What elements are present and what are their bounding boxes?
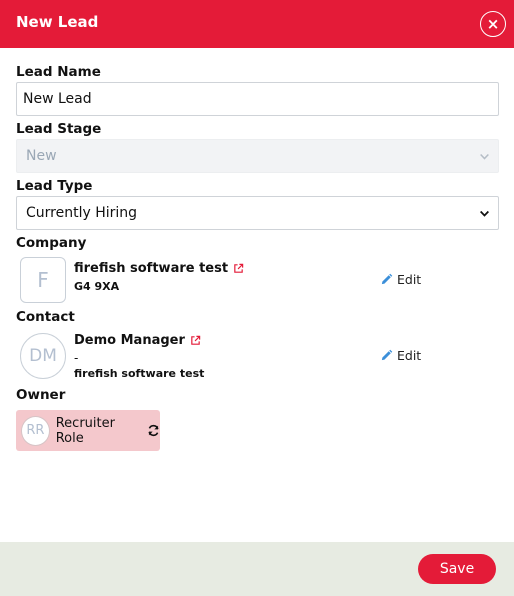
lead-name-input[interactable]: New Lead (16, 82, 499, 116)
refresh-icon[interactable] (147, 424, 160, 437)
lead-stage-value: New (26, 148, 57, 164)
lead-type-select[interactable]: Currently Hiring (16, 196, 499, 230)
contact-name-link[interactable]: Demo Manager (74, 333, 201, 348)
lead-type-value: Currently Hiring (26, 205, 138, 221)
company-label: Company (16, 235, 87, 251)
lead-name-label: Lead Name (16, 64, 101, 80)
owner-name: Recruiter Role (55, 415, 115, 446)
contact-label: Contact (16, 309, 75, 325)
contact-company: firefish software test (74, 367, 205, 380)
owner-chip: RR Recruiter Role (16, 410, 160, 451)
lead-stage-label: Lead Stage (16, 121, 102, 137)
lead-type-label: Lead Type (16, 178, 93, 194)
company-edit-label: Edit (397, 272, 422, 287)
pencil-icon (380, 349, 393, 362)
close-icon: × (486, 14, 500, 33)
company-avatar: F (20, 257, 66, 303)
contact-edit-button[interactable]: Edit (380, 348, 421, 363)
lead-stage-select: New (16, 139, 499, 173)
new-lead-modal: New Lead × Lead Name New Lead Lead Stage… (0, 0, 514, 596)
modal-title: New Lead (16, 13, 99, 31)
chevron-down-icon (470, 151, 498, 162)
company-edit-button[interactable]: Edit (380, 272, 421, 287)
external-link-icon[interactable] (233, 263, 244, 274)
contact-name: Demo Manager (74, 333, 185, 348)
save-button[interactable]: Save (418, 554, 496, 584)
company-name-link[interactable]: firefish software test (74, 261, 244, 276)
company-name: firefish software test (74, 261, 229, 276)
modal-footer: Save (0, 542, 514, 596)
pencil-icon (380, 273, 393, 286)
owner-avatar: RR (21, 415, 50, 446)
external-link-icon[interactable] (190, 335, 201, 346)
close-button[interactable]: × (480, 11, 506, 37)
lead-name-value: New Lead (23, 91, 92, 107)
modal-header: New Lead × (0, 0, 514, 48)
contact-title: - (74, 351, 79, 365)
owner-label: Owner (16, 387, 66, 403)
contact-edit-label: Edit (397, 348, 422, 363)
contact-avatar: DM (20, 333, 66, 379)
company-postcode: G4 9XA (74, 280, 120, 293)
chevron-down-icon (470, 208, 498, 219)
